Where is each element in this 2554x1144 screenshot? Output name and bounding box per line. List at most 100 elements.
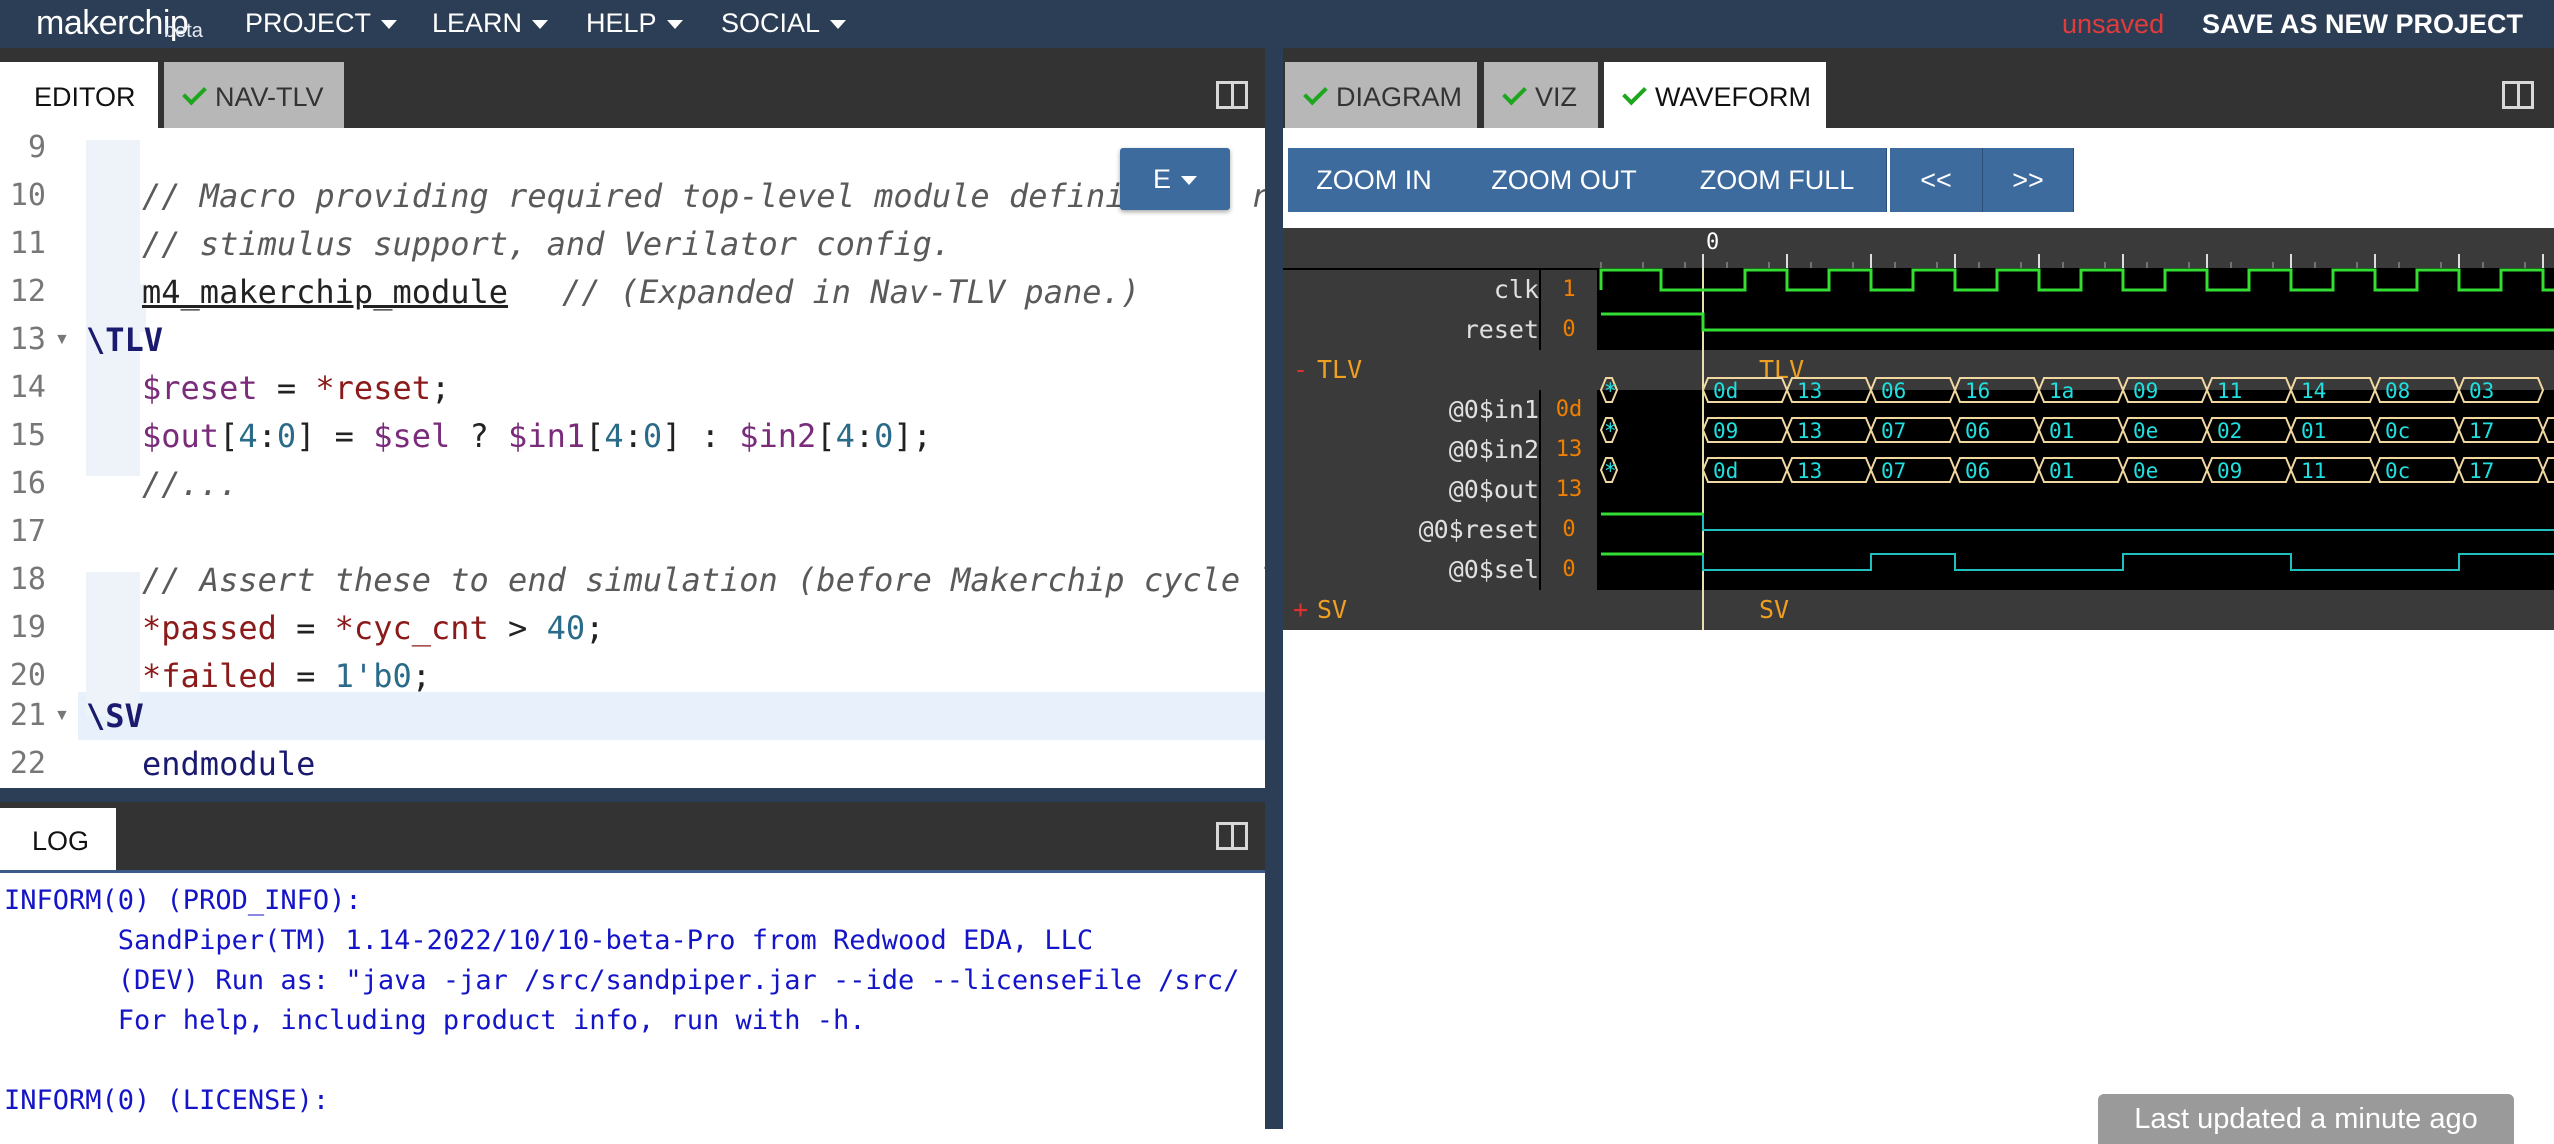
code-token: ; bbox=[430, 369, 451, 407]
menu-social[interactable]: SOCIAL bbox=[721, 8, 847, 39]
signal-name[interactable]: @0$out bbox=[1283, 470, 1539, 510]
zoom-in-button[interactable]: ZOOM IN bbox=[1288, 148, 1461, 212]
code-line-19: *passed = *cyc_cnt > 40; bbox=[142, 604, 604, 652]
bus-value: * bbox=[1604, 459, 1617, 483]
macro-text: m4_makerchip_module bbox=[142, 273, 509, 311]
line-number: 11 bbox=[9, 226, 46, 261]
code-line-11: // stimulus support, and Verilator confi… bbox=[142, 225, 952, 263]
tab-viz[interactable]: VIZ bbox=[1484, 62, 1598, 128]
code-token: 4 bbox=[835, 417, 855, 455]
signal-name[interactable]: @0$in2 bbox=[1283, 430, 1539, 470]
log-line: SandPiper(TM) 1.14-2022/10/10-beta-Pro f… bbox=[4, 925, 1094, 956]
waveform-traces[interactable]: * 0d 13 06 16 1a 09 11 14 08 03 * 09 13 07 06 01 0e 02 01 0c… bbox=[1599, 228, 2554, 630]
code-token: ; bbox=[411, 657, 431, 695]
unsaved-indicator: unsaved bbox=[2062, 9, 2165, 39]
code-token: = bbox=[276, 609, 335, 647]
split-pane-icon[interactable] bbox=[2502, 81, 2534, 109]
bus-value: 0c bbox=[2385, 419, 2410, 443]
tab-viz-label: VIZ bbox=[1535, 82, 1578, 112]
log-panel[interactable]: INFORM(0) (PROD_INFO): SandPiper(TM) 1.1… bbox=[0, 870, 1265, 1132]
last-updated-toast: Last updated a minute ago bbox=[2098, 1094, 2514, 1144]
code-token: 4 bbox=[238, 417, 258, 455]
scroll-right-button[interactable]: >> bbox=[1983, 148, 2074, 212]
check-icon bbox=[1622, 80, 1647, 106]
code-token: : bbox=[854, 417, 875, 455]
signal-name[interactable]: clk bbox=[1283, 270, 1539, 310]
line-number: 10 bbox=[9, 178, 46, 213]
log-line: INFORM(0) (PROD_INFO): bbox=[4, 885, 362, 916]
bus-value: * bbox=[1604, 419, 1617, 443]
tab-nav-tlv[interactable]: NAV-TLV bbox=[164, 62, 344, 128]
menu-help[interactable]: HELP bbox=[586, 8, 683, 39]
split-pane-icon[interactable] bbox=[1216, 81, 1248, 109]
indent-guide bbox=[86, 380, 140, 428]
bus-value: 09 bbox=[1713, 419, 1738, 443]
code-token: = bbox=[257, 369, 316, 407]
bus-value: 17 bbox=[2469, 419, 2494, 443]
vertical-splitter[interactable] bbox=[1265, 48, 1283, 1129]
code-editor[interactable]: 9 10 11 12 13 14 15 16 17 18 19 20 21 22… bbox=[0, 128, 1265, 788]
line-number: 12 bbox=[9, 274, 46, 309]
bus-value: 11 bbox=[2301, 459, 2326, 483]
bus-value: 0e bbox=[2133, 459, 2158, 483]
code-token: 0 bbox=[642, 417, 663, 455]
code-token: *failed bbox=[142, 657, 277, 695]
log-line: INFORM(0) (LICENSE): bbox=[4, 1085, 330, 1116]
code-token: $reset bbox=[142, 369, 258, 407]
code-token: 0 bbox=[874, 417, 894, 455]
bus-value: 03 bbox=[2469, 379, 2494, 403]
menu-social-label: SOCIAL bbox=[721, 8, 821, 38]
code-token: *reset bbox=[315, 369, 431, 407]
log-line: (DEV) Run as: "java -jar /src/sandpiper.… bbox=[4, 965, 1240, 996]
split-pane-icon[interactable] bbox=[1216, 822, 1248, 850]
expand-toggle[interactable]: + bbox=[1293, 590, 1308, 630]
bus-value: 16 bbox=[1965, 379, 1990, 403]
tab-editor[interactable]: EDITOR bbox=[0, 62, 158, 128]
signal-value: 0 bbox=[1541, 550, 1597, 590]
tab-log[interactable]: LOG bbox=[0, 808, 116, 870]
indent-guide bbox=[86, 140, 140, 188]
tab-diagram[interactable]: DIAGRAM bbox=[1285, 62, 1477, 128]
signal-name[interactable]: @0$sel bbox=[1283, 550, 1539, 590]
signal-value: 13 bbox=[1541, 430, 1597, 470]
menu-help-label: HELP bbox=[586, 8, 657, 38]
chevron-down-icon bbox=[1181, 176, 1197, 186]
menu-learn-label: LEARN bbox=[432, 8, 523, 38]
signal-name[interactable]: @0$in1 bbox=[1283, 390, 1539, 430]
code-token: $in2 bbox=[739, 417, 817, 455]
tab-waveform[interactable]: WAVEFORM bbox=[1604, 62, 1826, 128]
horizontal-splitter[interactable] bbox=[0, 788, 1265, 802]
signal-name[interactable]: reset bbox=[1283, 310, 1539, 350]
menu-project[interactable]: PROJECT bbox=[245, 8, 398, 39]
check-icon bbox=[1502, 80, 1527, 106]
bus-value: 13 bbox=[1797, 379, 1822, 403]
line-number: 14 bbox=[9, 370, 46, 405]
signal-name[interactable]: @0$reset bbox=[1283, 510, 1539, 550]
reset-trace bbox=[1601, 312, 2554, 332]
code-line-15: $out[4:0] = $sel ? $in1[4:0] : $in2[4:0]… bbox=[142, 412, 932, 460]
line-number: 15 bbox=[9, 418, 46, 453]
zoom-out-button[interactable]: ZOOM OUT bbox=[1460, 148, 1669, 212]
scroll-left-button[interactable]: << bbox=[1890, 148, 1983, 212]
zoom-full-button[interactable]: ZOOM FULL bbox=[1668, 148, 1887, 212]
code-text: // Macro providing required top-level mo… bbox=[142, 177, 1125, 215]
code-token: 0 bbox=[276, 417, 297, 455]
fold-arrow-icon[interactable]: ▼ bbox=[54, 692, 70, 740]
bus-value: * bbox=[1604, 379, 1617, 403]
code-token: ] = bbox=[296, 417, 374, 455]
bus-value: 09 bbox=[2217, 459, 2242, 483]
check-icon bbox=[182, 80, 207, 106]
signal-value: 1 bbox=[1541, 270, 1597, 310]
code-token: [ bbox=[816, 417, 836, 455]
save-as-new-project-button[interactable]: SAVE AS NEW PROJECT bbox=[2202, 9, 2523, 40]
bus-value: 08 bbox=[2385, 379, 2410, 403]
code-token: > bbox=[488, 609, 547, 647]
code-token: $out bbox=[142, 417, 220, 455]
code-token: [ bbox=[219, 417, 239, 455]
collapse-toggle[interactable]: - bbox=[1293, 350, 1308, 390]
editor-mode-dropdown[interactable]: E bbox=[1120, 148, 1230, 210]
menu-learn[interactable]: LEARN bbox=[432, 8, 549, 39]
code-token: *passed bbox=[142, 609, 277, 647]
fold-arrow-icon[interactable]: ▼ bbox=[54, 316, 70, 364]
code-token: ; bbox=[585, 609, 605, 647]
